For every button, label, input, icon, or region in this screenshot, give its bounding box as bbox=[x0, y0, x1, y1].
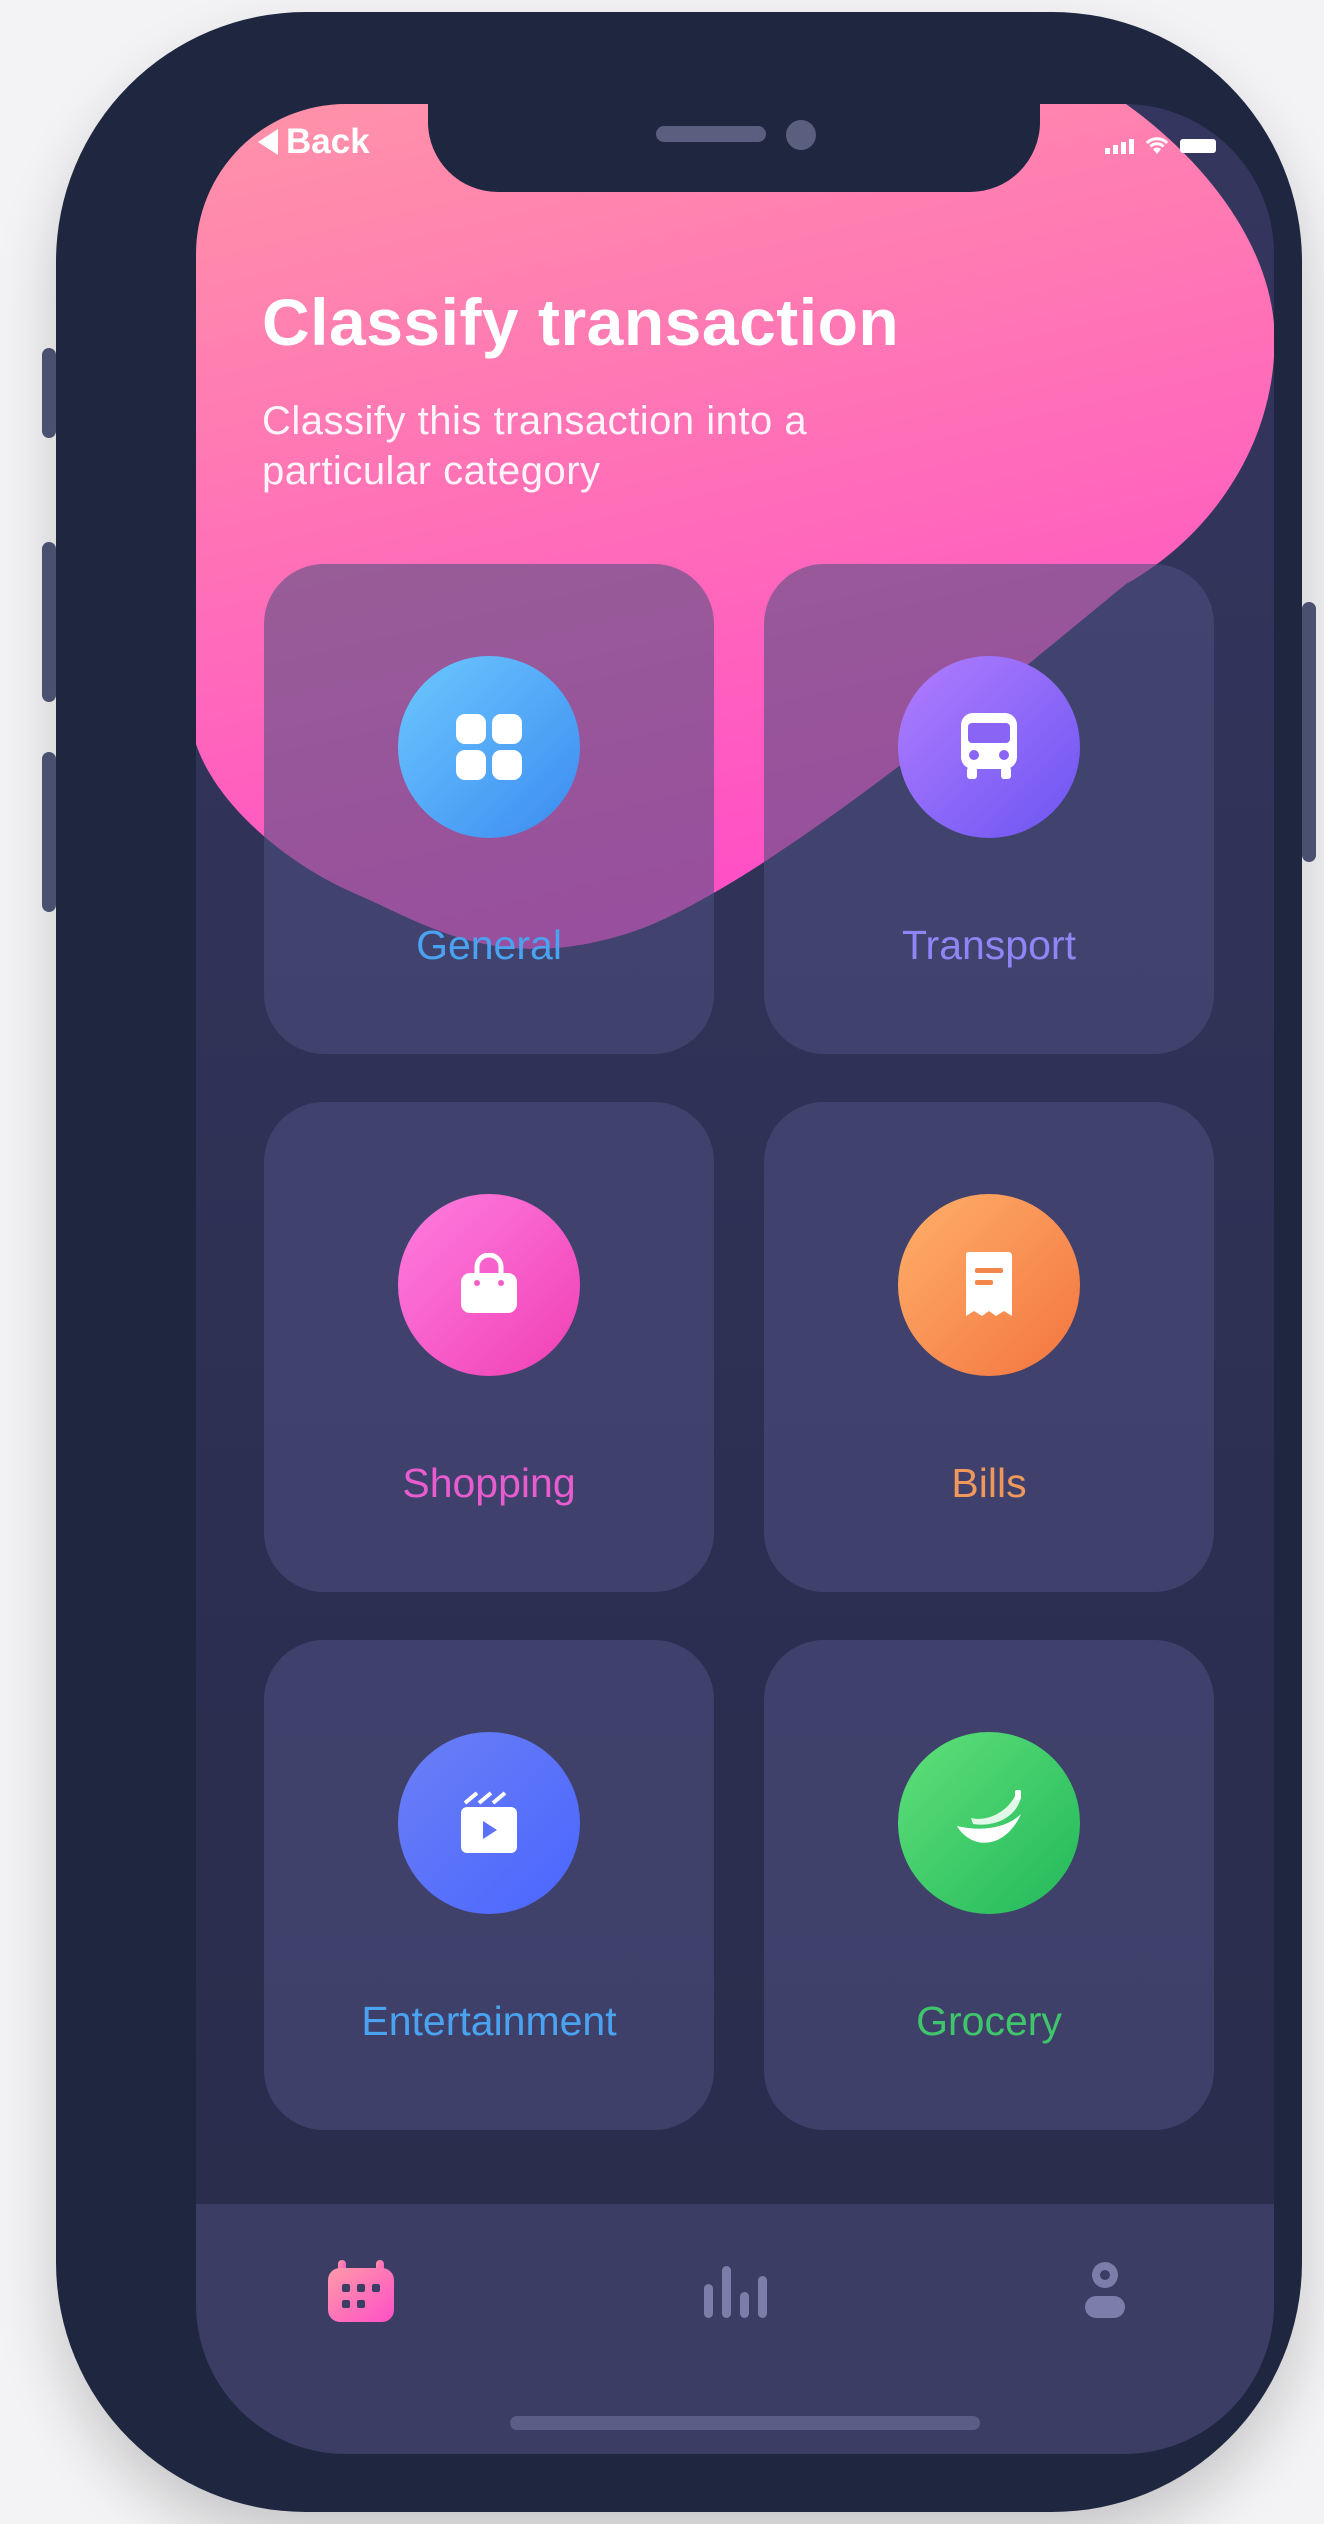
app-screen: Back Classify transaction Classify this … bbox=[196, 104, 1274, 2454]
category-card-grocery[interactable]: Grocery bbox=[764, 1640, 1214, 2130]
tab-calendar[interactable] bbox=[326, 2256, 396, 2326]
mute-switch bbox=[42, 348, 56, 438]
page-subtitle: Classify this transaction into a particu… bbox=[262, 399, 808, 493]
category-label: Grocery bbox=[916, 1998, 1062, 2044]
general-icon-badge bbox=[398, 656, 580, 838]
bus-icon bbox=[961, 713, 1017, 779]
category-card-general[interactable]: General bbox=[264, 564, 714, 1054]
speaker-grille bbox=[656, 126, 766, 142]
signal-icon bbox=[1105, 138, 1134, 154]
grid-icon bbox=[456, 714, 522, 780]
shopping-bag-icon bbox=[461, 1253, 517, 1313]
grocery-icon-badge bbox=[898, 1732, 1080, 1914]
category-label: Bills bbox=[951, 1460, 1027, 1506]
power-button bbox=[1302, 602, 1316, 862]
clapperboard-icon bbox=[461, 1791, 517, 1853]
bills-icon-badge bbox=[898, 1194, 1080, 1376]
category-label: Entertainment bbox=[361, 1998, 617, 2044]
page-title: Classify transaction bbox=[262, 285, 900, 359]
category-card-transport[interactable]: Transport bbox=[764, 564, 1214, 1054]
volume-down-button bbox=[42, 752, 56, 912]
phone-frame: Back Classify transaction Classify this … bbox=[42, 12, 1316, 2512]
back-label: Back bbox=[286, 122, 370, 161]
transport-icon-badge bbox=[898, 656, 1080, 838]
category-label: Transport bbox=[902, 922, 1076, 968]
back-arrow-icon bbox=[258, 129, 278, 155]
status-bar bbox=[1105, 136, 1216, 156]
bar-chart-icon bbox=[704, 2266, 767, 2318]
category-card-bills[interactable]: Bills bbox=[764, 1102, 1214, 1592]
user-icon bbox=[1085, 2262, 1125, 2318]
tab-statistics[interactable] bbox=[700, 2256, 770, 2326]
back-button[interactable]: Back bbox=[258, 122, 370, 162]
notch bbox=[428, 104, 1040, 192]
volume-up-button bbox=[42, 542, 56, 702]
calendar-icon bbox=[328, 2260, 394, 2322]
banana-icon bbox=[957, 1790, 1021, 1843]
bottom-tab-bar bbox=[196, 2204, 1274, 2454]
tab-profile[interactable] bbox=[1070, 2256, 1140, 2326]
battery-icon bbox=[1180, 139, 1216, 153]
home-indicator bbox=[510, 2416, 980, 2430]
wifi-icon bbox=[1145, 137, 1169, 154]
entertainment-icon-badge bbox=[398, 1732, 580, 1914]
category-card-entertainment[interactable]: Entertainment bbox=[264, 1640, 714, 2130]
front-camera bbox=[786, 120, 816, 150]
category-label: General bbox=[416, 922, 562, 968]
shopping-icon-badge bbox=[398, 1194, 580, 1376]
category-card-shopping[interactable]: Shopping bbox=[264, 1102, 714, 1592]
category-label: Shopping bbox=[402, 1460, 576, 1506]
receipt-icon bbox=[966, 1252, 1012, 1316]
